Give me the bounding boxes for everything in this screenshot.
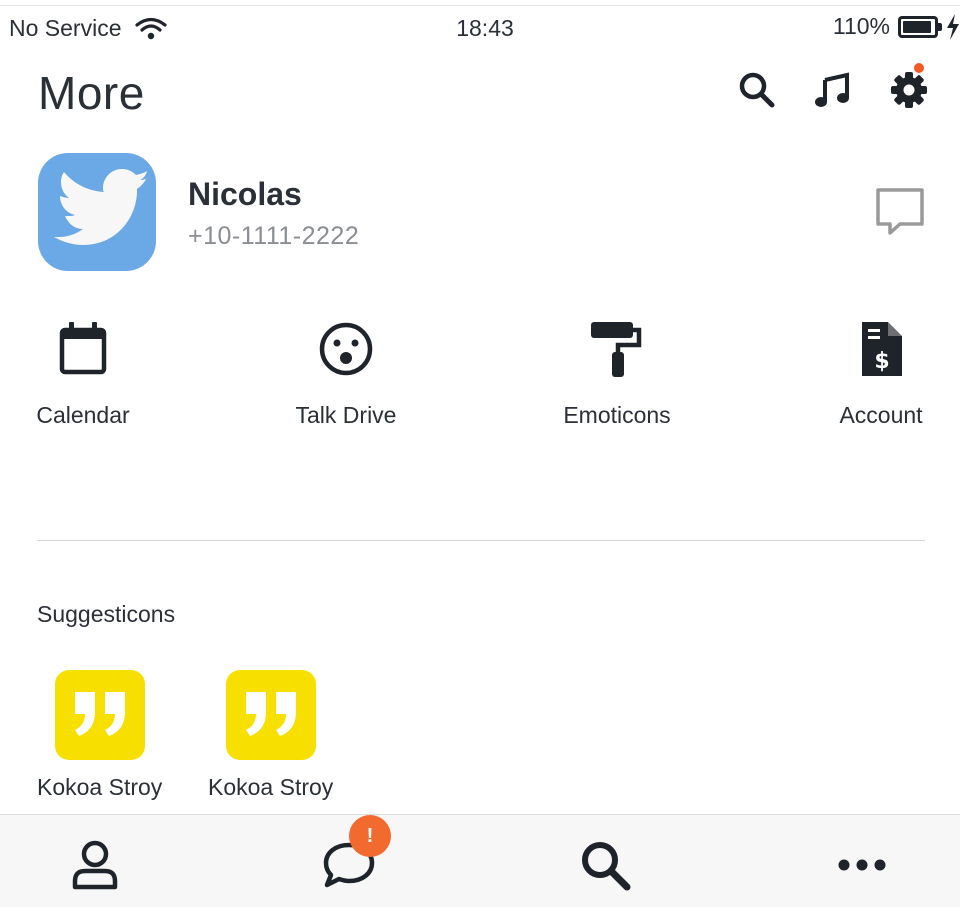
suggestions-title: Suggesticons <box>37 601 176 627</box>
suggestion-tile <box>55 670 145 760</box>
page-title: More <box>38 67 145 119</box>
calendar-button[interactable]: Calendar <box>0 318 173 429</box>
bird-icon <box>54 169 150 245</box>
quote-icon <box>246 692 296 736</box>
avatar[interactable] <box>38 153 156 271</box>
talk-drive-label: Talk Drive <box>295 402 397 428</box>
surprised-face-icon <box>319 322 373 376</box>
account-label: Account <box>839 402 923 428</box>
settings-notification-dot <box>914 63 924 73</box>
paint-roller-icon <box>591 322 642 377</box>
profile-name[interactable]: Nicolas <box>188 176 302 213</box>
search-icon[interactable] <box>737 70 777 110</box>
gear-icon[interactable] <box>889 70 929 110</box>
search-icon <box>582 842 631 891</box>
status-bar: No Service 18:43 110% <box>0 8 960 48</box>
battery-percent: 110% <box>832 13 890 39</box>
person-icon <box>72 840 118 890</box>
status-time: 18:43 <box>456 15 514 41</box>
bottom-tab-bar <box>0 814 960 907</box>
top-rule <box>0 5 960 6</box>
invoice-dollar-icon: $ <box>862 322 902 376</box>
tab-more[interactable] <box>834 837 890 893</box>
calendar-icon <box>59 322 107 375</box>
emoticons-label: Emoticons <box>563 402 671 428</box>
calendar-label: Calendar <box>36 402 130 428</box>
suggestion-item[interactable]: Kokoa Stroy <box>208 670 348 801</box>
section-divider <box>37 540 925 541</box>
emoticons-button[interactable]: Emoticons <box>527 318 707 429</box>
battery-icon <box>898 15 942 38</box>
profile-phone: +10-1111-2222 <box>188 222 360 250</box>
charging-bolt-icon <box>947 13 959 40</box>
quote-icon <box>75 692 125 736</box>
chats-badge: ! <box>349 815 391 857</box>
suggestion-label: Kokoa Stroy <box>208 774 334 800</box>
account-button[interactable]: $ Account <box>791 318 960 429</box>
tab-friends[interactable] <box>67 837 123 893</box>
suggestion-label: Kokoa Stroy <box>37 774 163 800</box>
tab-search[interactable] <box>577 837 633 893</box>
suggestion-item[interactable]: Kokoa Stroy <box>37 670 177 801</box>
suggestion-tile <box>226 670 316 760</box>
svg-text:$: $ <box>874 349 889 374</box>
chat-bubble-icon[interactable] <box>874 186 926 238</box>
status-right: 110% <box>833 13 960 40</box>
more-dots-icon <box>838 859 886 871</box>
music-note-icon[interactable] <box>813 70 853 110</box>
talk-drive-button[interactable]: Talk Drive <box>256 318 436 429</box>
